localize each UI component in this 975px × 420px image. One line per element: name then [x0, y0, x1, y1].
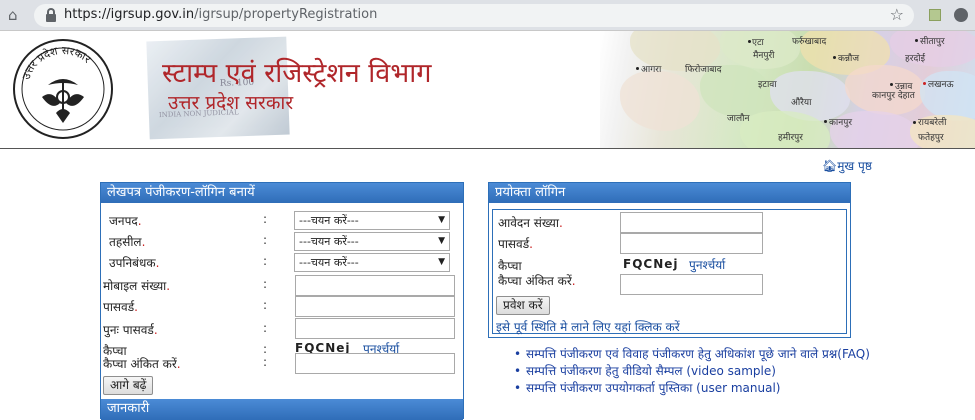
map-label: फिरोजाबाद: [685, 65, 722, 75]
map-label: फर्रुखाबाद: [792, 37, 827, 47]
department-title: स्टाम्प एवं रजिस्ट्रेशन विभाग: [162, 58, 432, 89]
map-label: लखनऊ: [928, 80, 954, 90]
map-label: आगरा: [641, 65, 662, 75]
mobile-number-input[interactable]: [295, 275, 455, 296]
district-select[interactable]: ---चयन करें--- ▼: [294, 211, 450, 230]
extension-icon[interactable]: [929, 9, 941, 21]
user-login-panel: प्रयोक्ता लॉगिन आवेदन संख्या. पासवर्ड. क…: [488, 182, 851, 338]
district-map: एटा फर्रुखाबाद मैनपुरी कन्नौज फिरोजाबाद …: [600, 31, 975, 148]
colon: :: [263, 254, 268, 268]
information-section-title: जानकारी: [101, 399, 463, 420]
user-manual-link[interactable]: सम्पत्ति पंजीकरण उपयोगकर्ता पुस्तिका (us…: [512, 380, 872, 397]
password-input[interactable]: [295, 296, 455, 317]
map-label: हरदोई: [905, 54, 925, 64]
field-label: आवेदन संख्या.: [498, 216, 563, 230]
colon: :: [263, 355, 268, 369]
state-subtitle: उत्तर प्रदेश सरकार: [168, 92, 294, 114]
browser-toolbar: ⌂ https://igrsup.gov.in/igrsup/propertyR…: [0, 0, 975, 31]
map-label: मैनपुरी: [753, 51, 775, 61]
panel-title: लेखपत्र पंजीकरण-लॉगिन बनायें: [101, 183, 463, 203]
field-label: मोबाइल संख्या.: [103, 279, 171, 293]
login-form: आवेदन संख्या. पासवर्ड. कैप्चा FQCNej पुन…: [492, 209, 847, 334]
login-captcha-input[interactable]: [620, 274, 763, 295]
map-label: रायबरेली: [918, 118, 947, 128]
application-number-input[interactable]: [620, 212, 763, 233]
proceed-button[interactable]: आगे बढ़ें: [103, 376, 154, 395]
panel-title: प्रयोक्ता लॉगिन: [489, 183, 850, 203]
login-password-input[interactable]: [620, 233, 763, 254]
tehsil-row: तहसील. : ---चयन करें--- ▼: [101, 231, 463, 253]
confirm-password-input[interactable]: [295, 318, 455, 339]
tehsil-select[interactable]: ---चयन करें--- ▼: [294, 232, 450, 251]
map-label: उन्नाव: [895, 82, 913, 92]
home-page-link[interactable]: 🏠︎मुख पृष्ठ: [822, 157, 872, 174]
field-label: पासवर्ड.: [103, 300, 138, 314]
map-label: जालौन: [727, 114, 750, 124]
faq-link[interactable]: सम्पत्ति पंजीकरण एवं विवाह पंजीकरण हेतु …: [512, 346, 872, 363]
district-row: जनपद. : ---चयन करें--- ▼: [101, 210, 463, 232]
dropdown-arrow-icon: ▼: [438, 257, 445, 267]
dropdown-arrow-icon: ▼: [438, 215, 445, 225]
site-header: उत्तर प्रदेश सरकार Rs. 100 INDIA NON JUD…: [0, 31, 975, 149]
dropdown-arrow-icon: ▼: [438, 236, 445, 246]
map-label: कन्नौज: [838, 54, 860, 64]
field-label: कैप्चा अंकित करें.: [103, 357, 181, 371]
map-label: इटावा: [758, 80, 777, 90]
map-label: सीतापुर: [920, 37, 945, 47]
restore-status-link[interactable]: इसे पूर्व स्थिति मे लाने लिए यहां क्लिक …: [496, 318, 680, 335]
field-label: पासवर्ड.: [498, 237, 533, 251]
deed-registration-panel: लेखपत्र पंजीकरण-लॉगिन बनायें जनपद. : ---…: [100, 182, 464, 420]
home-icon[interactable]: ⌂: [8, 7, 26, 23]
field-label: जनपद.: [109, 214, 142, 228]
colon: :: [263, 233, 268, 247]
home-icon: 🏠︎: [822, 159, 838, 173]
url-path: /igrsup/propertyRegistration: [194, 7, 378, 22]
address-bar[interactable]: https://igrsup.gov.in/igrsup/propertyReg…: [34, 4, 914, 27]
field-label: पुनः पासवर्ड.: [103, 323, 158, 337]
colon: :: [263, 298, 268, 312]
url-host: https://igrsup.gov.in: [64, 7, 195, 22]
url-text: https://igrsup.gov.in/igrsup/propertyReg…: [64, 7, 377, 22]
captcha-input[interactable]: [295, 353, 455, 374]
map-label: एटा: [752, 38, 764, 48]
sub-registrar-select[interactable]: ---चयन करें--- ▼: [294, 253, 450, 272]
colon: :: [263, 212, 268, 226]
help-links-list: सम्पत्ति पंजीकरण एवं विवाह पंजीकरण हेतु …: [512, 346, 872, 397]
home-link-label: मुख पृष्ठ: [837, 159, 872, 173]
field-label: उपनिबंधक.: [109, 256, 160, 270]
bookmark-star-icon[interactable]: ☆: [890, 5, 904, 24]
map-label: हमीरपुर: [778, 133, 803, 143]
lock-icon: [46, 8, 56, 22]
sub-registrar-row: उपनिबंधक. : ---चयन करें--- ▼: [101, 252, 463, 274]
field-label: कैप्चा अंकित करें.: [498, 274, 576, 288]
up-emblem-logo: उत्तर प्रदेश सरकार: [13, 39, 113, 139]
map-label: कानपुर: [829, 118, 853, 128]
login-button[interactable]: प्रवेश करें: [496, 296, 550, 315]
profile-icon[interactable]: [954, 8, 968, 22]
field-label: तहसील.: [109, 235, 146, 249]
video-sample-link[interactable]: सम्पत्ति पंजीकरण हेतु वीडियो सैम्पल (vid…: [512, 363, 872, 380]
colon: :: [263, 321, 268, 335]
colon: :: [263, 277, 268, 291]
map-label: फतेहपुर: [918, 133, 944, 143]
map-label: औरैया: [791, 98, 812, 108]
